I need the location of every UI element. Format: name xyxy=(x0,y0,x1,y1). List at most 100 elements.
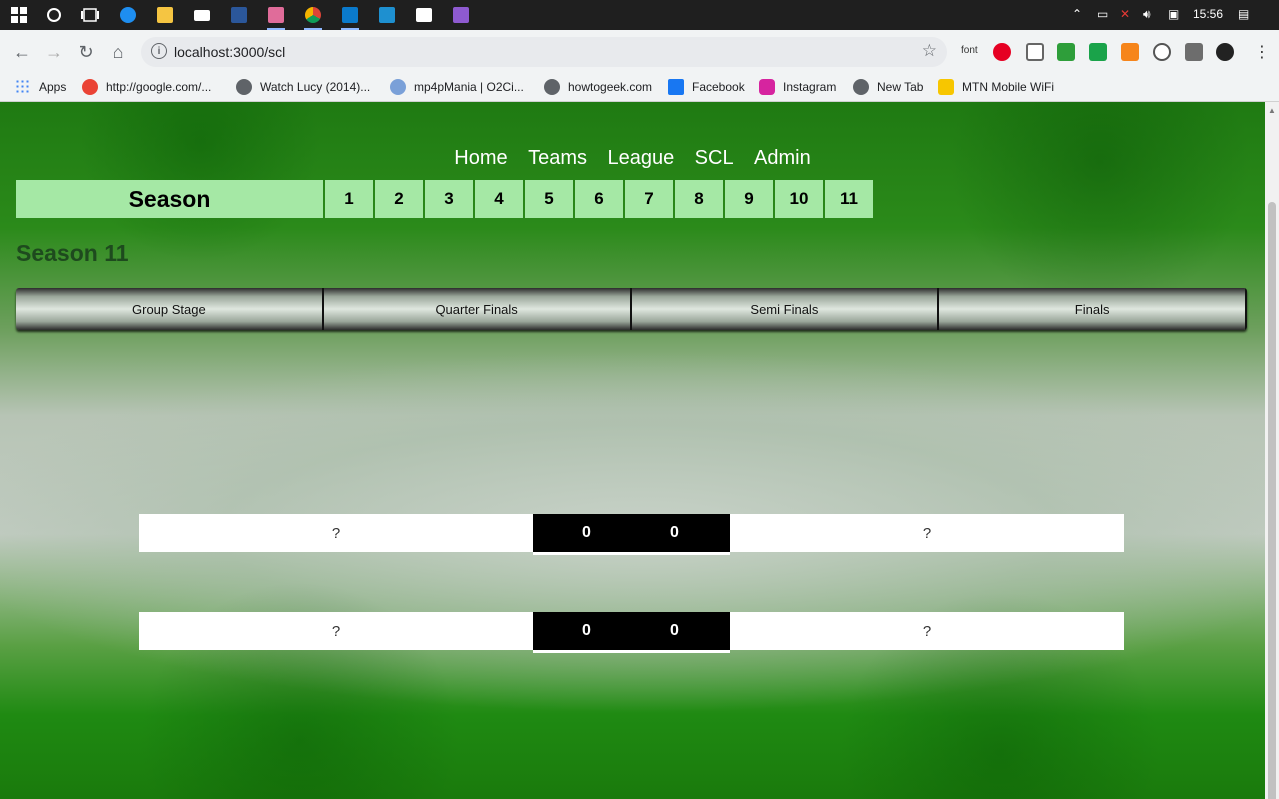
home-icon[interactable]: ⌂ xyxy=(106,40,130,64)
home-score: 0 xyxy=(582,622,591,639)
task-view-icon[interactable] xyxy=(79,4,101,26)
bookmark-label: Watch Lucy (2014)... xyxy=(260,80,371,94)
page-viewport: Home Teams League SCL Admin Season 1 2 3… xyxy=(0,102,1265,799)
bookmark-item[interactable]: New Tab xyxy=(853,78,923,96)
tray-app-icon[interactable]: ▣ xyxy=(1168,7,1179,21)
chrome-icon[interactable] xyxy=(302,4,324,30)
notifications-icon[interactable]: ▤ xyxy=(1238,7,1249,21)
mtn-icon xyxy=(938,79,954,95)
globe-icon xyxy=(544,79,560,95)
stage-tabs: Group Stage Quarter Finals Semi Finals F… xyxy=(16,288,1247,330)
forward-icon[interactable]: → xyxy=(42,40,66,64)
volume-icon[interactable]: 🔊︎ xyxy=(1143,7,1151,22)
file-explorer-icon[interactable] xyxy=(154,4,176,26)
season-button-1[interactable]: 1 xyxy=(325,180,373,218)
bookmark-item[interactable]: MTN Mobile WiFi xyxy=(938,78,1054,96)
bookmark-label: mp4pMania | O2Ci... xyxy=(414,80,524,94)
away-score: 0 xyxy=(670,622,679,639)
metamask-icon[interactable] xyxy=(1121,43,1139,61)
bookmark-item[interactable]: Watch Lucy (2014)... xyxy=(236,78,370,96)
windows-start-icon[interactable] xyxy=(8,4,30,26)
bookmark-label: http://google.com/... xyxy=(106,80,212,94)
home-team: ? xyxy=(139,612,533,650)
away-team: ? xyxy=(730,514,1124,552)
nav-home-link[interactable]: Home xyxy=(454,147,507,170)
blue-app-icon[interactable] xyxy=(376,4,398,26)
nav-scl-link[interactable]: SCL xyxy=(695,147,734,170)
season-button-2[interactable]: 2 xyxy=(375,180,423,218)
bookmark-item[interactable]: Instagram xyxy=(759,78,836,96)
menu-dots-icon[interactable]: ⋮ xyxy=(1254,42,1270,62)
battery-icon[interactable]: ▭ xyxy=(1097,7,1108,21)
instagram-icon xyxy=(759,79,775,95)
bookmarks-bar: Apps http://google.com/... Watch Lucy (2… xyxy=(0,72,1279,102)
tab-semi-finals[interactable]: Semi Finals xyxy=(631,288,940,330)
main-nav: Home Teams League SCL Admin xyxy=(0,147,1265,170)
back-icon[interactable]: ← xyxy=(10,40,34,64)
season-button-9[interactable]: 9 xyxy=(725,180,773,218)
chevron-up-icon[interactable]: ⌃ xyxy=(1072,7,1082,21)
question-extension-icon[interactable] xyxy=(1057,43,1075,61)
pinterest-icon[interactable] xyxy=(993,43,1011,61)
nav-admin-link[interactable]: Admin xyxy=(754,147,811,170)
mail-icon[interactable] xyxy=(191,4,213,26)
paint-icon[interactable] xyxy=(265,4,287,30)
store-icon[interactable] xyxy=(413,4,435,26)
bookmark-label: Facebook xyxy=(692,80,745,94)
page-title: Season 11 xyxy=(16,240,129,266)
facebook-icon xyxy=(668,79,684,95)
windows-taskbar: ⌃ ▭ ✕ 🔊︎ ▣ 15:56 ▤ xyxy=(0,0,1279,30)
bookmark-item[interactable]: howtogeek.com xyxy=(544,78,652,96)
season-button-3[interactable]: 3 xyxy=(425,180,473,218)
season-button-10[interactable]: 10 xyxy=(775,180,823,218)
season-button-6[interactable]: 6 xyxy=(575,180,623,218)
flag-extension-icon[interactable] xyxy=(1089,43,1107,61)
away-score: 0 xyxy=(670,524,679,541)
circle-extension-icon[interactable] xyxy=(1153,43,1171,61)
tab-group-stage[interactable]: Group Stage xyxy=(16,288,324,330)
bookmark-item[interactable]: Apps xyxy=(15,78,66,96)
clock[interactable]: 15:56 xyxy=(1193,7,1223,21)
url-text[interactable]: localhost:3000/scl xyxy=(174,44,285,60)
home-score: 0 xyxy=(582,524,591,541)
tab-finals[interactable]: Finals xyxy=(939,288,1247,330)
bookmark-item[interactable]: http://google.com/... xyxy=(82,78,211,96)
nav-league-link[interactable]: League xyxy=(607,147,674,170)
season-button-4[interactable]: 4 xyxy=(475,180,523,218)
bookmark-item[interactable]: mp4pMania | O2Ci... xyxy=(390,78,524,96)
extensions-puzzle-icon[interactable] xyxy=(1185,43,1203,61)
nav-teams-link[interactable]: Teams xyxy=(528,147,587,170)
purple-app-icon[interactable] xyxy=(450,4,472,26)
season-button-8[interactable]: 8 xyxy=(675,180,723,218)
site-info-icon[interactable]: i xyxy=(151,43,167,59)
apps-grid-icon xyxy=(15,79,31,95)
network-icon[interactable]: ✕ xyxy=(1120,7,1130,21)
season-button-7[interactable]: 7 xyxy=(625,180,673,218)
bookmark-item[interactable]: Facebook xyxy=(668,78,745,96)
cast-icon[interactable] xyxy=(1026,43,1044,61)
vertical-scrollbar[interactable]: ▲ xyxy=(1265,102,1279,799)
match-row: ? 0 0 ? xyxy=(139,612,1124,653)
bookmark-label: howtogeek.com xyxy=(568,80,653,94)
season-button-5[interactable]: 5 xyxy=(525,180,573,218)
word-icon[interactable] xyxy=(228,4,250,26)
tab-quarter-finals[interactable]: Quarter Finals xyxy=(323,288,632,330)
vscode-icon[interactable] xyxy=(339,4,361,30)
mp4pmania-icon xyxy=(390,79,406,95)
score-box: 0 0 xyxy=(533,612,730,653)
search-circle-icon[interactable] xyxy=(43,4,65,26)
bookmark-star-icon[interactable]: ☆ xyxy=(922,41,937,61)
font-extension-icon[interactable]: font xyxy=(961,45,978,56)
match-row: ? 0 0 ? xyxy=(139,514,1124,555)
season-selector: 1 2 3 4 5 6 7 8 9 10 11 xyxy=(325,180,875,218)
edge-icon[interactable] xyxy=(117,4,139,26)
reload-icon[interactable]: ↻ xyxy=(74,40,98,64)
profile-avatar[interactable] xyxy=(1216,43,1234,61)
globe-icon xyxy=(853,79,869,95)
scroll-up-icon[interactable]: ▲ xyxy=(1268,106,1276,115)
score-box: 0 0 xyxy=(533,514,730,555)
scrollbar-thumb[interactable] xyxy=(1268,202,1276,799)
address-bar[interactable]: i localhost:3000/scl ☆ xyxy=(141,37,947,67)
season-button-11[interactable]: 11 xyxy=(825,180,873,218)
season-label: Season xyxy=(16,180,323,218)
